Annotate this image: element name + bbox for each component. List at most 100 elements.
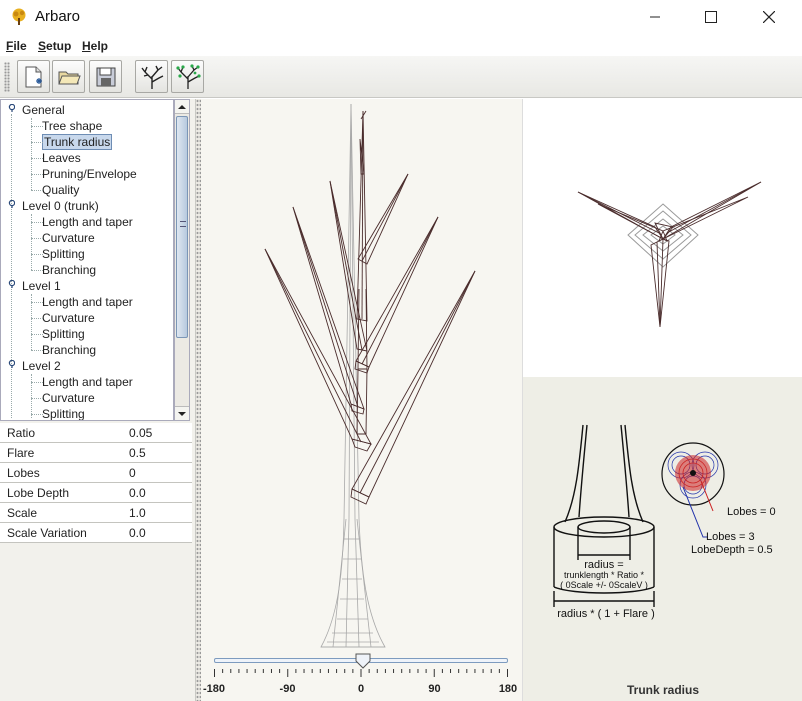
branch-mesh — [264, 110, 476, 505]
tree-node-label: Leaves — [42, 151, 81, 165]
tree-node-label: Branching — [42, 263, 97, 277]
tree-leaf-node[interactable]: Tree shape — [42, 118, 102, 134]
param-name: Scale Variation — [7, 526, 87, 540]
menu-help[interactable]: Help — [82, 39, 108, 53]
toolbar — [0, 56, 802, 98]
param-value[interactable]: 0.0 — [129, 526, 146, 540]
scroll-grip — [180, 221, 186, 227]
lobes-three-label: Lobes = 3 — [706, 531, 755, 543]
tree-leaf-node[interactable]: Splitting — [42, 246, 85, 262]
param-name: Ratio — [7, 426, 36, 440]
help-caption: Trunk radius — [626, 683, 700, 697]
tree-leaf-node[interactable]: Length and taper — [42, 294, 133, 310]
menu-setup[interactable]: Setup — [38, 39, 71, 53]
tree-leaf-node[interactable]: Pruning/Envelope — [42, 166, 137, 182]
tree-node-label: Curvature — [42, 391, 95, 405]
param-row[interactable]: Scale 1.0 — [0, 503, 192, 523]
tree-connector — [31, 238, 43, 239]
tree-group-node[interactable]: Level 2 — [22, 358, 61, 374]
tree-leaf-node[interactable]: Trunk radius — [42, 134, 113, 150]
param-row[interactable]: Lobes 0 — [0, 463, 192, 483]
radius-formula-line3: ( 0Scale +/- 0ScaleV ) — [560, 580, 648, 590]
param-row[interactable]: Ratio 0.05 — [0, 423, 192, 443]
lobes-zero-label: Lobes = 0 — [727, 506, 776, 518]
tree-connector — [31, 158, 43, 159]
tree-front-view: -180 -90 0 90 180 — [201, 99, 522, 701]
render-leaves-button[interactable] — [171, 60, 204, 93]
tree-expand-handle-icon[interactable] — [7, 104, 15, 112]
tree-leaf-node[interactable]: Length and taper — [42, 214, 133, 230]
param-value[interactable]: 0.5 — [129, 446, 146, 460]
slider-tick-label: -90 — [279, 683, 296, 695]
tree-connector — [31, 414, 43, 415]
rotation-slider-thumb[interactable] — [355, 653, 371, 669]
tree-group-node[interactable]: Level 1 — [22, 278, 61, 294]
param-name: Scale — [7, 506, 38, 520]
parameter-table: Ratio 0.05 Flare 0.5 Lobes 0 Lobe Depth 0.0 Scal… — [0, 423, 192, 543]
tree-leaf-node[interactable]: Splitting — [42, 406, 85, 421]
branch-top-mesh — [577, 181, 762, 328]
tree-node-label: Length and taper — [42, 215, 133, 229]
tree-scrollbar[interactable] — [174, 99, 190, 421]
tree-connector — [31, 350, 43, 351]
close-button[interactable] — [746, 0, 792, 34]
tree-leaf-node[interactable]: Curvature — [42, 310, 95, 326]
maximize-icon — [705, 11, 717, 23]
toolbar-grip[interactable] — [4, 62, 10, 92]
tree-expand-handle-icon[interactable] — [7, 200, 15, 208]
tree-expand-handle-icon[interactable] — [7, 360, 15, 368]
tree-connector — [31, 174, 43, 175]
new-button[interactable] — [17, 60, 50, 93]
param-row[interactable]: Lobe Depth 0.0 — [0, 483, 192, 503]
tree-leaf-node[interactable]: Leaves — [42, 150, 81, 166]
tree-expand-handle-icon[interactable] — [7, 280, 15, 288]
param-value[interactable]: 0.0 — [129, 486, 146, 500]
title-bar: Arbaro — [0, 0, 802, 36]
help-illustration: radius = trunklength * Ratio * ( 0Scale … — [522, 377, 802, 701]
slider-tick-label: 180 — [498, 683, 518, 695]
tree-leaf-node[interactable]: Length and taper — [42, 374, 133, 390]
radius-formula-line2: trunklength * Ratio * — [564, 570, 645, 580]
tree-node-label: Level 2 — [22, 359, 61, 373]
tree-node-label: Quality — [42, 183, 80, 197]
tree-node-label: Level 0 (trunk) — [22, 199, 99, 213]
tree-leaf-node[interactable]: Quality — [42, 182, 79, 198]
tree-group-node[interactable]: Level 0 (trunk) — [22, 198, 99, 214]
tree-connector — [31, 318, 43, 319]
tree-node-label: Level 1 — [22, 279, 61, 293]
scroll-up-button[interactable] — [175, 100, 189, 114]
param-value[interactable]: 1.0 — [129, 506, 146, 520]
tree-node-label: Curvature — [42, 231, 95, 245]
tree-leaf-node[interactable]: Branching — [42, 342, 96, 358]
scroll-down-button[interactable] — [175, 406, 189, 420]
tree-leaf-node[interactable]: Curvature — [42, 390, 95, 406]
tree-node-label: Splitting — [42, 407, 85, 421]
open-button[interactable] — [52, 60, 85, 93]
menu-bar: File Setup Help — [0, 36, 802, 56]
scroll-thumb[interactable] — [176, 116, 188, 338]
param-value[interactable]: 0 — [129, 466, 136, 480]
tree-node-label: Curvature — [42, 311, 95, 325]
arrow-down-icon — [178, 411, 186, 416]
param-row[interactable]: Scale Variation 0.0 — [0, 523, 192, 543]
arrow-up-icon — [178, 104, 186, 109]
tree-leaf-node[interactable]: Branching — [42, 262, 96, 278]
save-button[interactable] — [89, 60, 122, 93]
tree-connector — [31, 334, 43, 335]
slider-ticks — [214, 669, 508, 677]
tree-leaf-node[interactable]: Splitting — [42, 326, 85, 342]
maximize-button[interactable] — [688, 0, 734, 34]
new-document-icon — [25, 66, 42, 87]
tree-leaf-node[interactable]: Curvature — [42, 230, 95, 246]
tree-group-node[interactable]: General — [22, 102, 65, 118]
tree-node-label: Trunk radius — [42, 134, 113, 150]
minimize-button[interactable] — [632, 0, 678, 34]
render-tree-button[interactable] — [135, 60, 168, 93]
parameter-tree[interactable]: General Tree shape Trunk radius Leaves Pruni… — [0, 99, 174, 421]
tree-connector — [31, 142, 43, 143]
tree-connector — [31, 270, 43, 271]
menu-file[interactable]: File — [6, 39, 27, 53]
param-row[interactable]: Flare 0.5 — [0, 443, 192, 463]
param-value[interactable]: 0.05 — [129, 426, 152, 440]
lobes-diagram — [661, 442, 725, 538]
